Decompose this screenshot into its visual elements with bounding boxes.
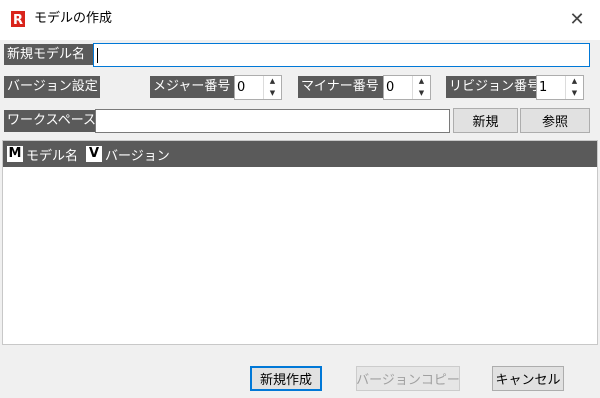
major-number-label: メジャー番号 (150, 76, 234, 98)
major-number-spinner[interactable]: 0 ▲ ▼ (234, 75, 282, 100)
spin-up-icon[interactable]: ▲ (264, 76, 281, 88)
version-column-header[interactable]: バージョン (105, 145, 170, 164)
version-column-icon: V (86, 146, 103, 162)
minor-number-value[interactable]: 0 (386, 80, 412, 95)
version-settings-label: バージョン設定 (4, 76, 100, 98)
minor-number-spinner[interactable]: 0 ▲ ▼ (383, 75, 431, 100)
dialog-body: 新規モデル名 バージョン設定 メジャー番号 0 ▲ ▼ マイナー番号 0 ▲ ▼… (0, 40, 600, 398)
revision-number-label: リビジョン番号 (446, 76, 540, 98)
revision-number-spinner[interactable]: 1 ▲ ▼ (536, 75, 584, 100)
create-button[interactable]: 新規作成 (250, 366, 322, 391)
spin-down-icon[interactable]: ▼ (566, 88, 583, 100)
model-name-label: 新規モデル名 (4, 44, 93, 65)
spin-down-icon[interactable]: ▼ (413, 88, 430, 100)
window-title: モデルの作成 (34, 11, 113, 26)
app-logo-icon: R (11, 11, 25, 27)
revision-number-value[interactable]: 1 (539, 80, 565, 95)
spin-down-icon[interactable]: ▼ (264, 88, 281, 100)
spin-up-icon[interactable]: ▲ (413, 76, 430, 88)
workspace-input[interactable] (95, 109, 450, 133)
model-column-icon: M (7, 146, 23, 162)
model-name-input[interactable] (93, 43, 590, 67)
copy-version-button[interactable]: バージョンコピー (356, 366, 460, 391)
model-name-column-header[interactable]: モデル名 (26, 145, 78, 164)
svg-text:R: R (13, 13, 23, 27)
new-workspace-button[interactable]: 新規 (453, 108, 518, 133)
cancel-button[interactable]: キャンセル (492, 366, 564, 391)
workspace-label: ワークスペース (4, 110, 96, 132)
list-header: M モデル名 V バージョン (3, 141, 597, 167)
browse-button[interactable]: 参照 (520, 108, 590, 133)
text-caret (97, 47, 98, 63)
close-icon[interactable]: ✕ (563, 6, 591, 32)
spin-up-icon[interactable]: ▲ (566, 76, 583, 88)
major-number-value[interactable]: 0 (237, 80, 263, 95)
title-bar: R モデルの作成 ✕ (0, 0, 600, 40)
minor-number-label: マイナー番号 (298, 76, 383, 98)
model-list[interactable]: M モデル名 V バージョン (2, 140, 598, 345)
